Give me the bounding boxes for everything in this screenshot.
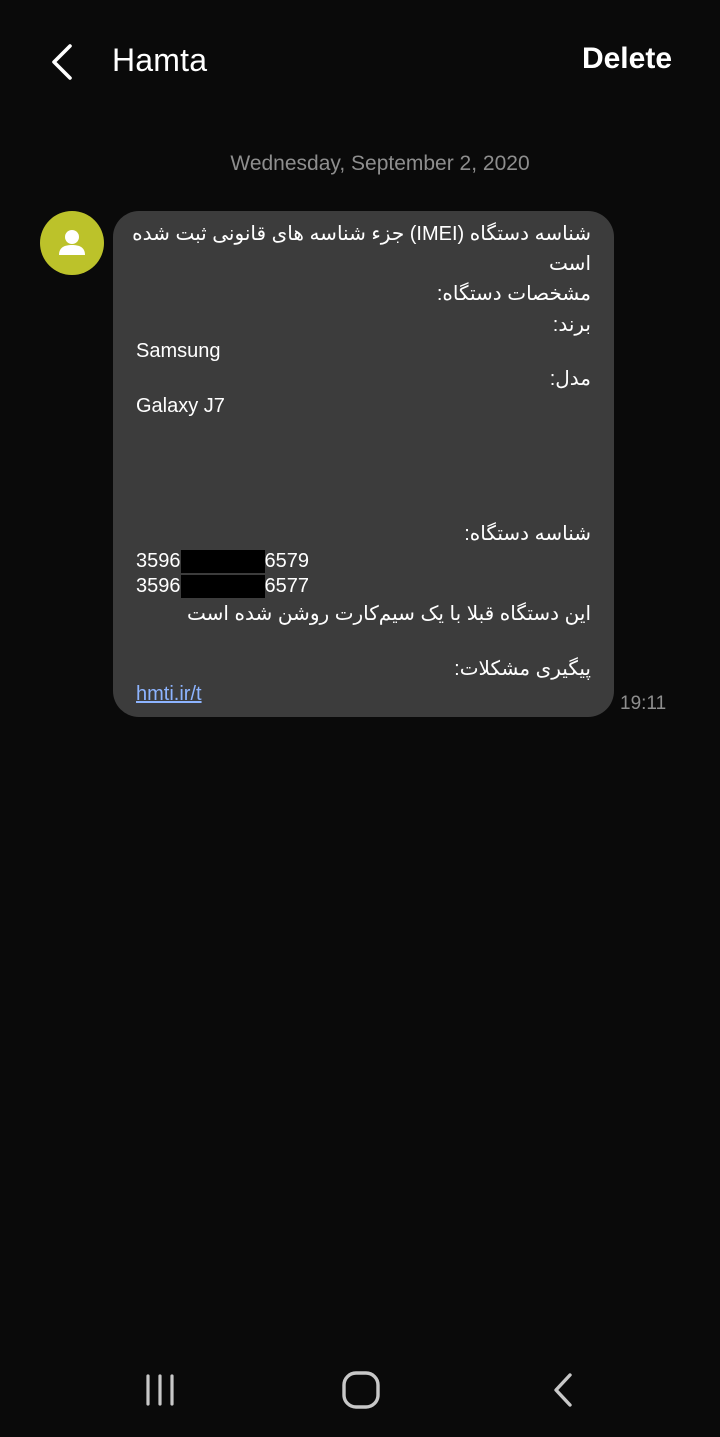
device-id-label: شناسه دستگاه: <box>464 523 591 545</box>
date-separator: Wednesday, September 2, 2020 <box>230 152 530 175</box>
message-line-2: است <box>549 253 591 275</box>
recent-apps-icon <box>146 1374 174 1406</box>
support-link[interactable]: hmti.ir/t <box>136 681 202 707</box>
imei-1-prefix: 3596 <box>136 550 181 572</box>
imei-2-prefix: 3596 <box>136 575 181 597</box>
nav-back-icon <box>554 1373 572 1407</box>
imei-2-suffix: 6577 <box>264 575 310 597</box>
support-label: پیگیری مشکلات: <box>454 658 591 680</box>
redaction-box <box>180 574 265 598</box>
chevron-left-icon <box>52 44 72 80</box>
imei-1-suffix: 6579 <box>264 550 310 572</box>
nav-back-button[interactable] <box>533 1362 593 1418</box>
message-time: 19:11 <box>620 693 667 714</box>
delete-button[interactable]: Delete <box>582 42 672 76</box>
brand-value: Samsung <box>136 340 221 362</box>
back-button[interactable] <box>38 34 88 90</box>
app-header: Hamta Delete <box>0 0 720 125</box>
contact-avatar[interactable] <box>40 211 104 275</box>
message-line-1: شناسه دستگاه (IMEI) جزء شناسه های قانونی… <box>132 223 591 245</box>
imei-2: 3596 6577 <box>136 573 309 599</box>
redaction-box <box>180 549 265 573</box>
device-specs-heading: مشخصات دستگاه: <box>436 283 591 305</box>
brand-label: برند: <box>552 314 591 336</box>
recents-button[interactable] <box>130 1362 190 1418</box>
model-label: مدل: <box>549 368 591 390</box>
imei-1: 3596 6579 <box>136 548 309 574</box>
person-icon <box>59 230 85 255</box>
system-navbar <box>0 1340 720 1437</box>
model-value: Galaxy J7 <box>136 395 225 417</box>
message-bubble[interactable]: شناسه دستگاه (IMEI) جزء شناسه های قانونی… <box>113 211 614 717</box>
status-text: این دستگاه قبلا با یک سیم‌کارت روشن شده … <box>187 603 591 625</box>
home-icon <box>342 1371 380 1409</box>
conversation-title: Hamta <box>112 42 208 78</box>
home-button[interactable] <box>331 1362 391 1418</box>
